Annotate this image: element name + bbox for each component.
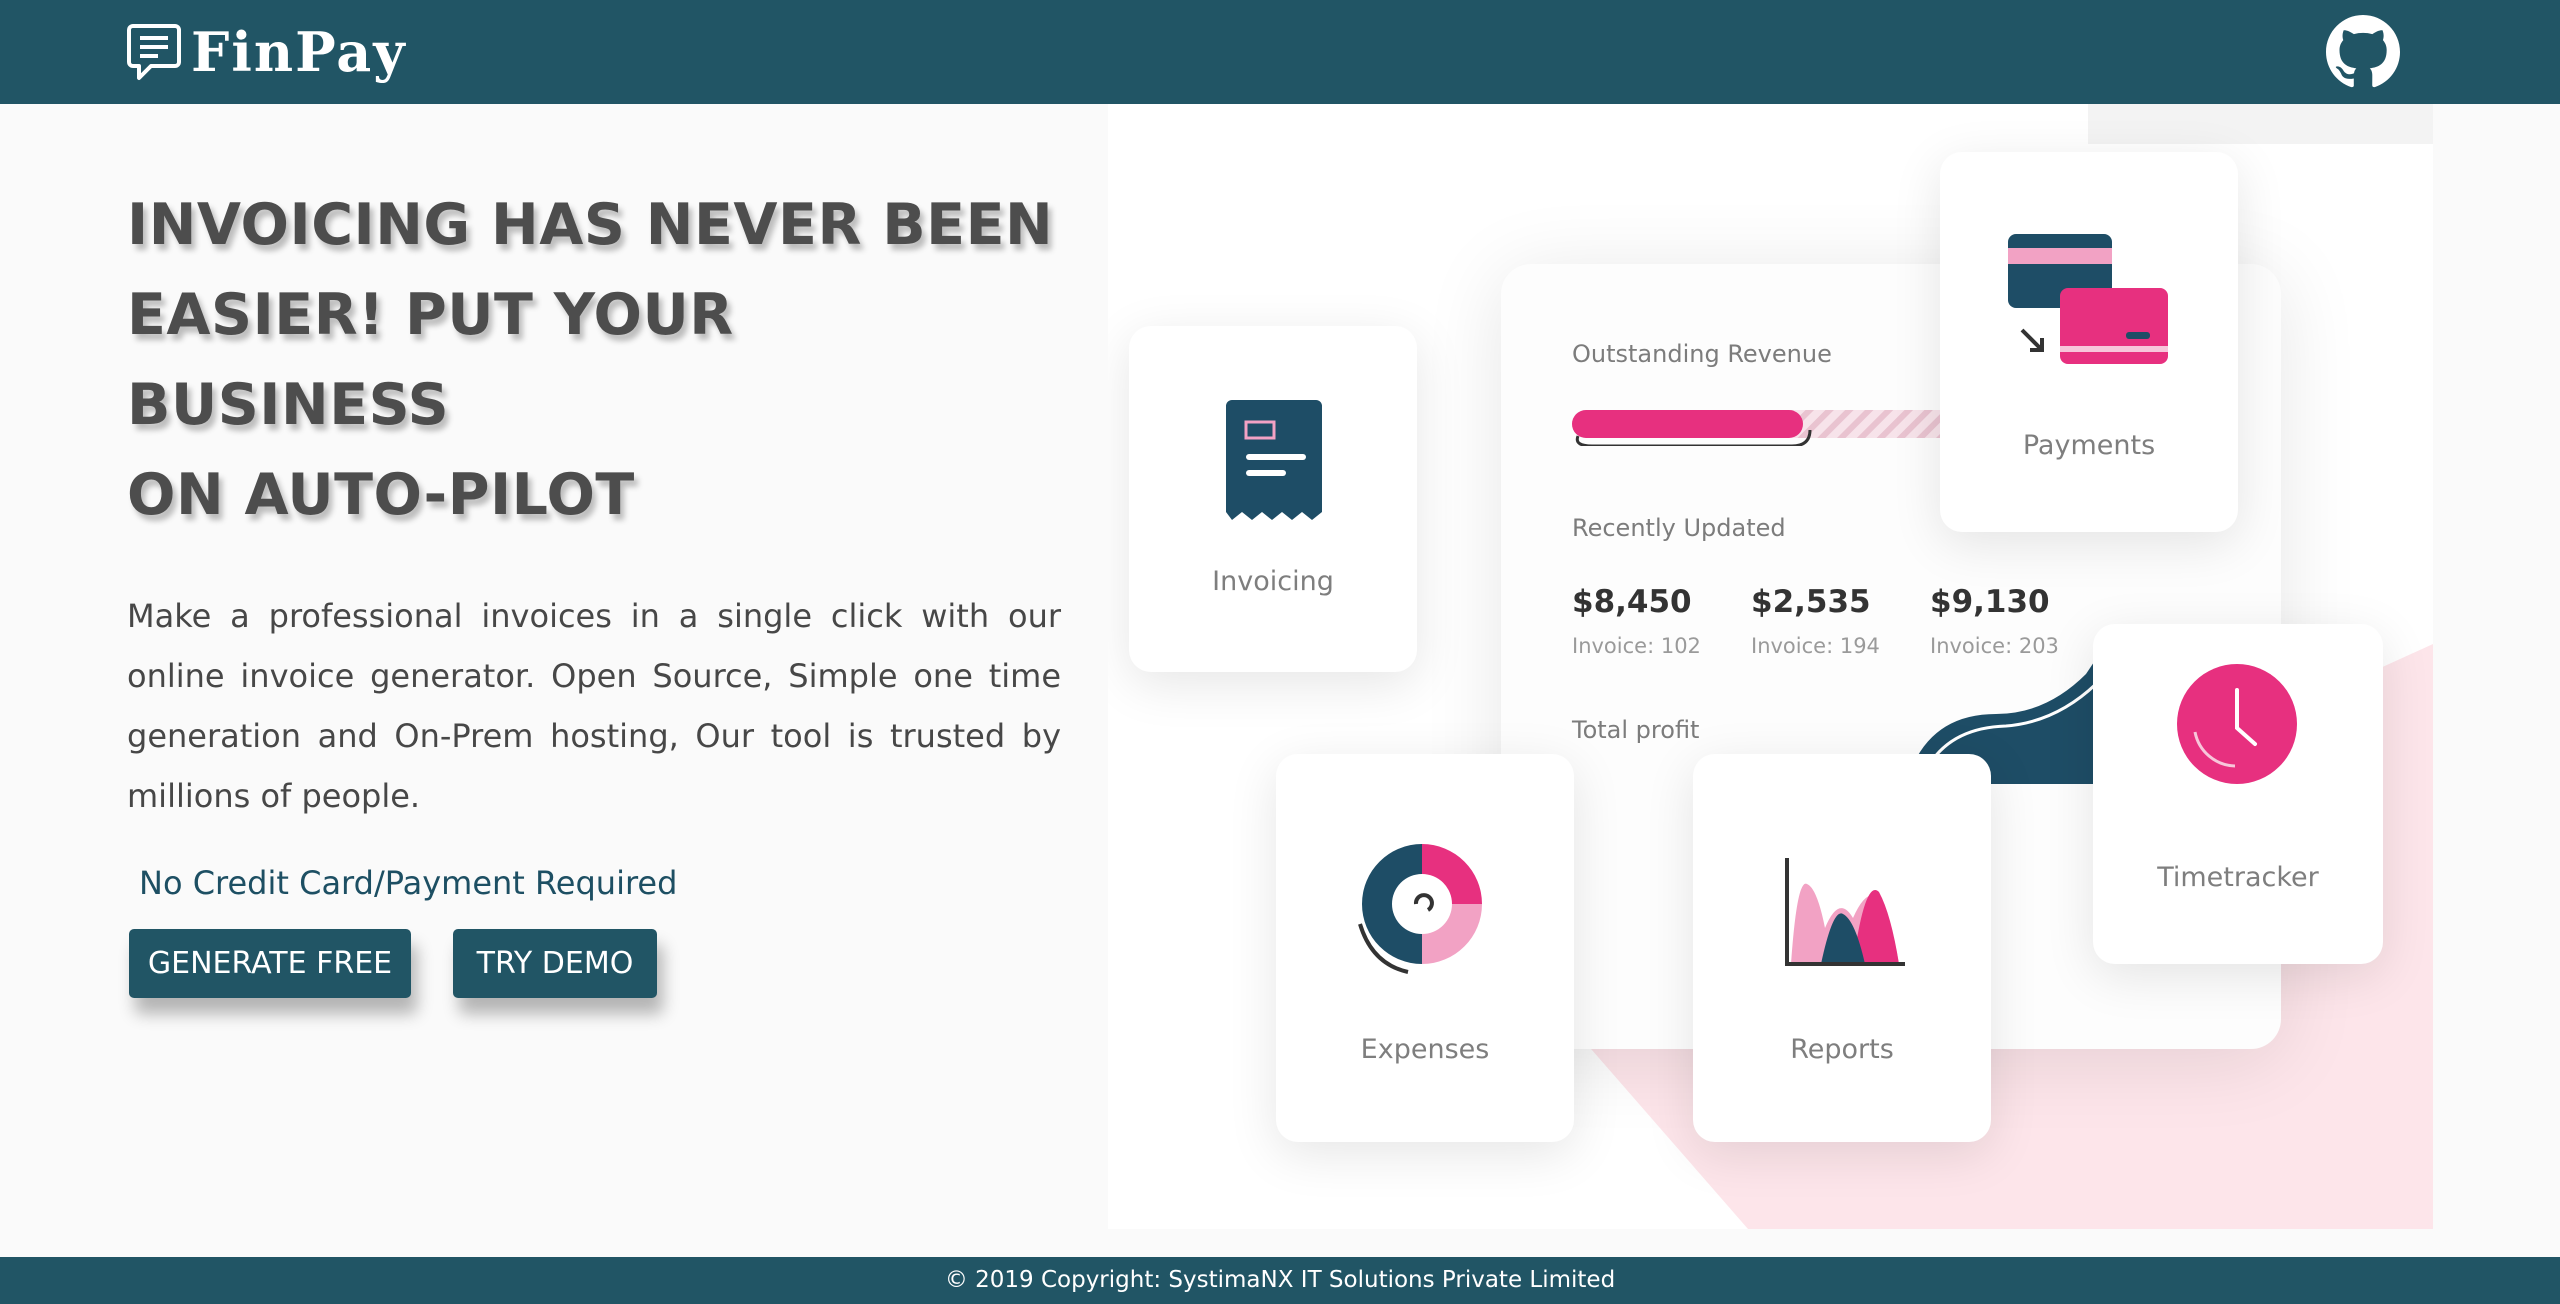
invoicing-label: Invoicing (1212, 566, 1334, 597)
reports-label: Reports (1790, 1034, 1894, 1065)
recent-amount-2: $2,535 (1751, 584, 1871, 620)
outstanding-revenue-bar (1572, 410, 1992, 446)
hero-headline: INVOICING HAS NEVER BEEN EASIER! PUT YOU… (127, 180, 1061, 540)
hero-section: INVOICING HAS NEVER BEEN EASIER! PUT YOU… (127, 180, 1061, 902)
invoicing-card: Invoicing (1129, 326, 1417, 672)
copyright-text: © 2019 Copyright: SystimaNX IT Solutions… (944, 1267, 1616, 1293)
headline-line-2: EASIER! PUT YOUR BUSINESS (127, 282, 734, 438)
brand-logo[interactable]: FinPay (127, 20, 407, 84)
area-chart-icon (1785, 858, 1905, 966)
recent-invoice-1: Invoice: 102 (1572, 634, 1701, 658)
recent-amount-1: $8,450 (1572, 584, 1692, 620)
expenses-card: Expenses (1276, 754, 1574, 1142)
clock-icon (2177, 664, 2297, 784)
donut-chart-icon (1358, 844, 1482, 974)
hero-description: Make a professional invoices in a single… (127, 597, 1061, 815)
invoice-document-icon (1226, 400, 1322, 520)
recent-invoice-2: Invoice: 194 (1751, 634, 1880, 658)
github-icon[interactable] (2326, 15, 2400, 89)
timetracker-card: Timetracker (2093, 624, 2383, 964)
invoice-chat-icon (127, 24, 181, 80)
expenses-label: Expenses (1360, 1034, 1490, 1065)
outstanding-revenue-label: Outstanding Revenue (1572, 340, 1832, 368)
payments-card: Payments (1940, 152, 2238, 532)
footer: © 2019 Copyright: SystimaNX IT Solutions… (0, 1257, 2560, 1304)
headline-line-1: INVOICING HAS NEVER BEEN (127, 192, 1054, 258)
recently-updated-label: Recently Updated (1572, 514, 1786, 542)
generate-free-button[interactable]: GENERATE FREE (129, 929, 411, 998)
headline-line-3: ON AUTO-PILOT (127, 462, 635, 528)
try-demo-button[interactable]: TRY DEMO (453, 929, 657, 998)
recent-amount-3: $9,130 (1930, 584, 2050, 620)
payments-label: Payments (2022, 430, 2156, 461)
navbar: FinPay (0, 0, 2560, 104)
no-credit-card-note: No Credit Card/Payment Required (139, 864, 678, 902)
reports-card: Reports (1693, 754, 1991, 1142)
total-profit-label: Total profit (1572, 716, 1700, 744)
timetracker-label: Timetracker (2157, 862, 2319, 893)
brand-name: FinPay (191, 20, 407, 84)
credit-cards-icon (2008, 234, 2168, 364)
hero-illustration: Outstanding Revenue Recently Updated $8,… (1108, 104, 2433, 1229)
